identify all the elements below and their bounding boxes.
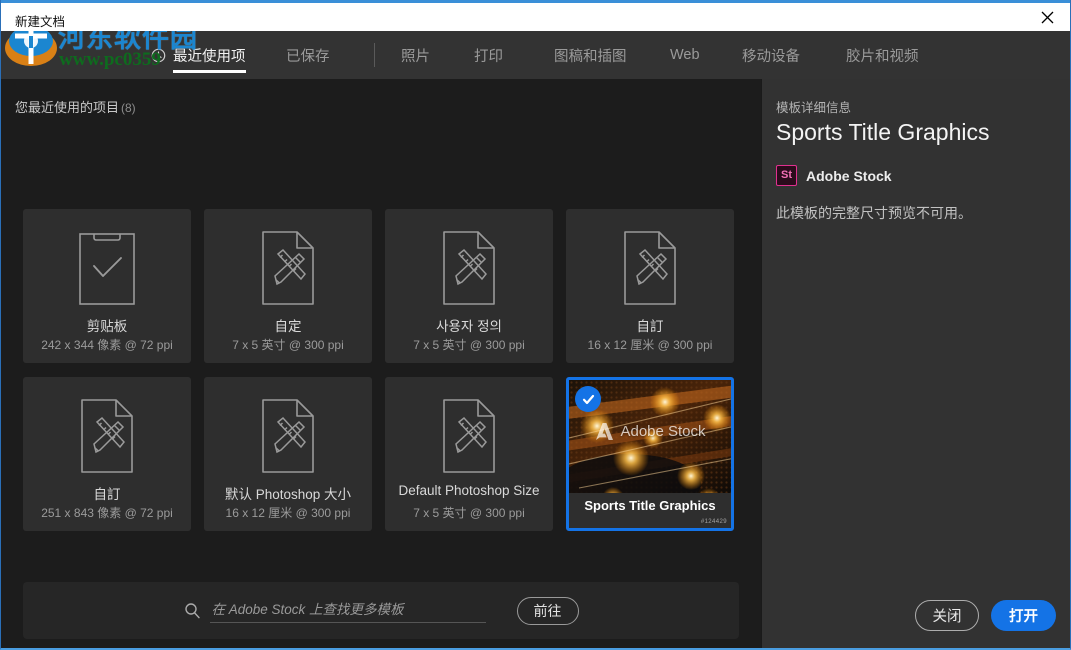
tab-label: Web [670, 47, 700, 63]
adobe-stock-watermark: Adobe Stock [569, 422, 731, 441]
active-tab-underline [173, 70, 246, 73]
tab-bar: 最近使用项 已保存 照片 打印 图稿和插图 Web 移动设备 胶片和视频 [1, 31, 1070, 79]
recent-items-grid: 剪贴板 242 x 344 像素 @ 72 ppi 自定 7 x 5 英寸 @ 300… [23, 209, 738, 531]
clipboard-check-icon [79, 233, 135, 305]
window-title: 新建文档 [15, 15, 66, 29]
tab-已保存[interactable]: 已保存 [286, 31, 330, 79]
card-title: 剪贴板 [86, 319, 128, 334]
card-title: 自訂 [93, 487, 121, 502]
recent-items-panel: 您最近使用的项目 (8) 剪贴板 242 x 344 像素 @ 72 ppi 自定 7 … [1, 79, 761, 648]
details-source-row: St Adobe Stock [776, 165, 892, 186]
section-heading-text: 您最近使用的项目 [15, 100, 120, 115]
card-title: 사용자 정의 [436, 319, 502, 334]
recent-item-card[interactable]: 自定 7 x 5 英寸 @ 300 ppi [204, 209, 372, 363]
close-button[interactable]: 关闭 [915, 600, 979, 631]
card-subtitle: 16 x 12 厘米 @ 300 ppi [587, 338, 713, 352]
template-details-panel: 模板详细信息 Sports Title Graphics St Adobe St… [762, 79, 1070, 648]
close-icon [1041, 11, 1053, 23]
new-document-dialog: 新建文档 河东软件园 www.pc0359 最近使用项 已保存 照片 打印 图稿和插图 W… [0, 0, 1071, 650]
recent-item-card[interactable]: 사용자 정의 7 x 5 英寸 @ 300 ppi [385, 209, 553, 363]
recent-item-card[interactable]: 默认 Photoshop 大小 16 x 12 厘米 @ 300 ppi [204, 377, 372, 531]
tab-label: 已保存 [286, 48, 330, 65]
adobe-stock-watermark-text: Adobe Stock [620, 423, 706, 440]
card-subtitle: 7 x 5 英寸 @ 300 ppi [413, 506, 525, 520]
card-icon [204, 227, 372, 309]
tab-图稿和插图[interactable]: 图稿和插图 [554, 31, 627, 79]
card-title: 自定 [274, 319, 302, 334]
go-button[interactable]: 前往 [516, 596, 579, 625]
details-source-name: Adobe Stock [806, 167, 892, 184]
card-subtitle: 7 x 5 英寸 @ 300 ppi [413, 338, 525, 352]
dialog-footer-buttons: 关闭 打开 [915, 600, 1056, 631]
card-icon [23, 227, 191, 309]
details-title: Sports Title Graphics [776, 119, 990, 145]
section-heading: 您最近使用的项目 (8) [15, 97, 136, 116]
tab-label: 最近使用项 [173, 48, 246, 65]
card-subtitle: 242 x 344 像素 @ 72 ppi [41, 338, 173, 352]
recent-item-card[interactable]: 剪贴板 242 x 344 像素 @ 72 ppi [23, 209, 191, 363]
card-icon [385, 227, 553, 309]
card-icon [204, 395, 372, 477]
details-label: 模板详细信息 [776, 101, 852, 115]
card-title: Sports Title Graphics [584, 498, 716, 513]
tab-separator [374, 43, 375, 67]
tab-最近使用项[interactable]: 最近使用项 [151, 31, 246, 79]
adobe-a-icon [596, 423, 614, 440]
tab-label: 移动设备 [742, 48, 800, 65]
card-icon [566, 227, 734, 309]
card-icon [385, 395, 553, 477]
document-tools-icon [443, 231, 495, 305]
thumbnail-credit: #124429 [700, 519, 727, 525]
card-title: Default Photoshop Size [398, 483, 540, 498]
card-icon [23, 395, 191, 477]
recent-item-card[interactable]: 自訂 16 x 12 厘米 @ 300 ppi [566, 209, 734, 363]
recent-item-card[interactable]: 自訂 251 x 843 像素 @ 72 ppi [23, 377, 191, 531]
search-input[interactable] [209, 598, 486, 623]
document-tools-icon [81, 399, 133, 473]
section-heading-count: (8) [121, 101, 136, 115]
card-subtitle: 7 x 5 英寸 @ 300 ppi [232, 338, 344, 352]
card-title: 自訂 [636, 319, 664, 334]
tab-Web[interactable]: Web [670, 31, 700, 79]
document-tools-icon [262, 399, 314, 473]
tab-label: 照片 [401, 48, 430, 65]
open-button[interactable]: 打开 [991, 600, 1056, 631]
clock-icon [151, 48, 166, 67]
recent-item-card-selected[interactable]: Adobe Stock #124429 Sports Title Graphics [566, 377, 734, 531]
card-subtitle: 251 x 843 像素 @ 72 ppi [41, 506, 173, 520]
document-tools-icon [262, 231, 314, 305]
card-subtitle: 16 x 12 厘米 @ 300 ppi [225, 506, 351, 520]
tab-label: 图稿和插图 [554, 48, 627, 65]
tab-label: 胶片和视频 [846, 48, 919, 65]
stock-search-bar: 前往 [23, 582, 739, 639]
document-tools-icon [443, 399, 495, 473]
window-close-button[interactable] [1024, 3, 1070, 31]
search-icon [184, 602, 201, 619]
adobe-stock-badge-icon: St [776, 165, 797, 186]
tab-移动设备[interactable]: 移动设备 [742, 31, 800, 79]
tab-胶片和视频[interactable]: 胶片和视频 [846, 31, 919, 79]
card-title: 默认 Photoshop 大小 [224, 487, 352, 502]
recent-item-card[interactable]: Default Photoshop Size 7 x 5 英寸 @ 300 ppi [385, 377, 553, 531]
tab-打印[interactable]: 打印 [474, 31, 503, 79]
document-tools-icon [624, 231, 676, 305]
tab-照片[interactable]: 照片 [401, 31, 430, 79]
details-note: 此模板的完整尺寸预览不可用。 [776, 205, 972, 221]
checkmark-icon [575, 386, 601, 412]
title-bar: 新建文档 [1, 0, 1070, 31]
tab-label: 打印 [474, 48, 503, 65]
